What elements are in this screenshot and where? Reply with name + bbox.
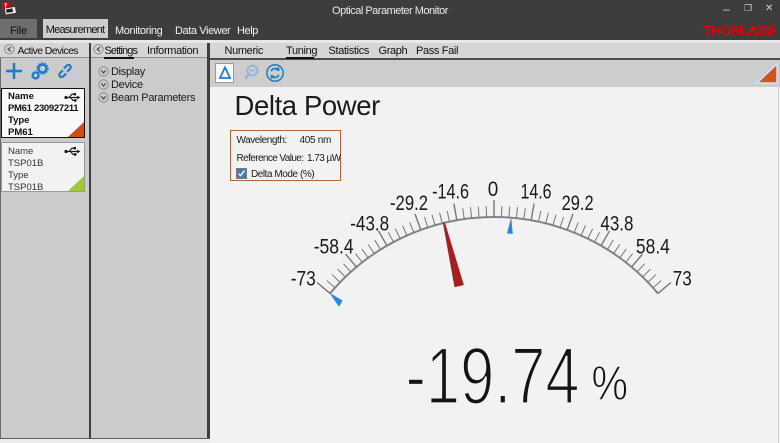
- svg-text:-43.8: -43.8: [350, 212, 389, 236]
- svg-text:58.4: 58.4: [636, 235, 670, 259]
- svg-text:73: 73: [673, 267, 692, 291]
- svg-text:-73: -73: [291, 267, 316, 291]
- svg-text:-19.74: -19.74: [406, 332, 580, 422]
- svg-text:-58.4: -58.4: [314, 235, 354, 259]
- svg-text:14.6: 14.6: [521, 180, 552, 204]
- svg-text:%: %: [592, 358, 629, 411]
- svg-text:-29.2: -29.2: [390, 191, 428, 215]
- svg-text:0: 0: [488, 177, 499, 201]
- svg-text:43.8: 43.8: [600, 212, 633, 236]
- svg-text:-14.6: -14.6: [432, 180, 469, 204]
- svg-text:29.2: 29.2: [562, 191, 594, 215]
